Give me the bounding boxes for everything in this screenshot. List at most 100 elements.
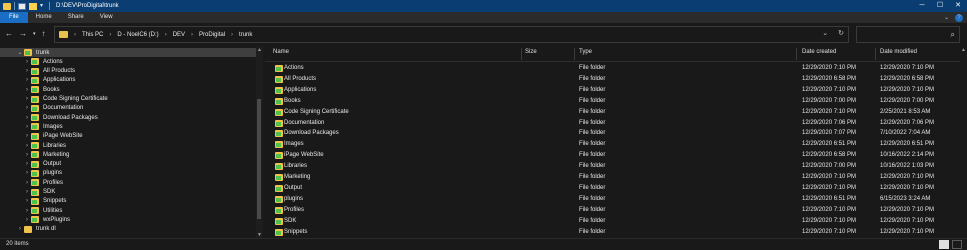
file-row[interactable]: All Products File folder 12/29/2020 6:58 P… (265, 74, 960, 85)
scroll-up-icon[interactable]: ▲ (256, 47, 263, 53)
tab-home[interactable]: Home (28, 12, 60, 23)
recent-locations-icon[interactable]: ▾ (33, 31, 36, 37)
file-row[interactable]: Output File folder 12/29/2020 7:10 PM 12/29… (265, 183, 960, 194)
breadcrumb-prodigital[interactable]: ProDigital (199, 32, 225, 38)
tree-item[interactable]: › All Products (0, 67, 256, 76)
file-row[interactable]: Actions File folder 12/29/2020 7:10 PM 12/2… (265, 63, 960, 74)
column-header-type[interactable]: Type (579, 49, 592, 55)
tree-item[interactable]: › wxPlugins (0, 215, 256, 224)
maximize-button[interactable]: ☐ (931, 0, 949, 12)
breadcrumb-dev[interactable]: DEV (173, 32, 185, 38)
breadcrumb-separator[interactable]: › (109, 32, 111, 38)
file-row[interactable]: Images File folder 12/29/2020 6:51 PM 12/29… (265, 139, 960, 150)
address-bar[interactable]: › This PC › D - NoelC6 (D:) › DEV › ProD… (54, 26, 849, 43)
navigation-pane-scrollbar[interactable]: ▲ ▼ (256, 47, 263, 238)
tree-item[interactable]: › trunk dl (0, 225, 256, 234)
file-row[interactable]: Marketing File folder 12/29/2020 7:10 PM 12… (265, 172, 960, 183)
file-row[interactable]: Download Packages File folder 12/29/2020 7… (265, 128, 960, 139)
chevron-right-icon[interactable]: › (23, 133, 31, 139)
details-view-icon[interactable] (939, 240, 949, 249)
breadcrumb-separator[interactable]: › (165, 32, 167, 38)
chevron-right-icon[interactable]: › (23, 180, 31, 186)
column-header-name[interactable]: Name (273, 49, 289, 55)
chevron-right-icon[interactable]: › (23, 170, 31, 176)
file-row[interactable]: Libraries File folder 12/29/2020 7:00 PM 10… (265, 161, 960, 172)
tree-item[interactable]: › Profiles (0, 178, 256, 187)
tree-item[interactable]: › Books (0, 85, 256, 94)
tree-item[interactable]: › iPage WebSite (0, 132, 256, 141)
tree-item[interactable]: › Code Signing Certificate (0, 95, 256, 104)
chevron-right-icon[interactable]: › (23, 115, 31, 121)
file-row[interactable]: Documentation File folder 12/29/2020 7:06 … (265, 118, 960, 129)
file-row[interactable]: Applications File folder 12/29/2020 7:10 P… (265, 85, 960, 96)
chevron-right-icon[interactable]: › (23, 198, 31, 204)
file-row[interactable]: Snippets File folder 12/29/2020 7:10 PM 12/… (265, 227, 960, 238)
close-button[interactable]: ✕ (949, 0, 967, 12)
search-input[interactable] (861, 29, 941, 40)
tree-item[interactable]: › Utilities (0, 206, 256, 215)
chevron-right-icon[interactable]: › (23, 161, 31, 167)
tree-item[interactable]: › Marketing (0, 150, 256, 159)
file-row[interactable]: plugins File folder 12/29/2020 6:51 PM 6/15… (265, 194, 960, 205)
file-row[interactable]: SDK File folder 12/29/2020 7:10 PM 12/29/20… (265, 216, 960, 227)
search-icon[interactable]: ⌕ (951, 30, 955, 40)
up-arrow-icon[interactable]: ↑ (42, 29, 46, 38)
column-divider[interactable] (521, 48, 522, 60)
chevron-down-icon[interactable]: ⌄ (16, 49, 24, 56)
breadcrumb-separator[interactable]: › (191, 32, 193, 38)
new-folder-icon[interactable] (29, 2, 37, 10)
customize-toolbar-icon[interactable]: ▾ (40, 3, 46, 10)
help-icon[interactable]: ? (955, 13, 963, 22)
tree-item[interactable]: › Output (0, 160, 256, 169)
chevron-right-icon[interactable]: › (23, 96, 31, 102)
tab-view[interactable]: View (92, 12, 121, 23)
chevron-right-icon[interactable]: › (23, 143, 31, 149)
search-box[interactable]: ⌕ (856, 26, 960, 43)
chevron-right-icon[interactable]: › (23, 152, 31, 158)
column-divider[interactable] (875, 48, 876, 60)
tree-item[interactable]: › Download Packages (0, 113, 256, 122)
tree-item[interactable]: › Applications (0, 76, 256, 85)
file-list-scrollbar[interactable]: ▲ (960, 47, 967, 238)
tree-item[interactable]: ⌄ trunk (0, 48, 256, 57)
tree-item[interactable]: › Libraries (0, 141, 256, 150)
column-divider[interactable] (574, 48, 575, 60)
tree-item[interactable]: › Images (0, 122, 256, 131)
chevron-down-icon[interactable]: ⌄ (822, 29, 828, 37)
breadcrumb-separator[interactable]: › (231, 32, 233, 38)
tree-item[interactable]: › plugins (0, 169, 256, 178)
file-row[interactable]: Profiles File folder 12/29/2020 7:10 PM 12/… (265, 205, 960, 216)
minimize-button[interactable]: ─ (913, 0, 931, 12)
chevron-right-icon[interactable]: › (16, 226, 24, 232)
chevron-right-icon[interactable]: › (23, 124, 31, 130)
breadcrumb-this-pc[interactable]: This PC (82, 32, 103, 38)
chevron-right-icon[interactable]: › (23, 208, 31, 214)
scroll-up-icon[interactable]: ▲ (960, 47, 967, 53)
chevron-right-icon[interactable]: › (23, 189, 31, 195)
chevron-right-icon[interactable]: › (23, 105, 31, 111)
breadcrumb-drive[interactable]: D - NoelC6 (D:) (117, 32, 158, 38)
chevron-right-icon[interactable]: › (23, 217, 31, 223)
scrollbar-thumb[interactable] (257, 99, 261, 219)
tree-item[interactable]: › Documentation (0, 104, 256, 113)
tree-item[interactable]: › SDK (0, 188, 256, 197)
chevron-right-icon[interactable]: › (23, 77, 31, 83)
file-row[interactable]: Code Signing Certificate File folder 12/29… (265, 107, 960, 118)
breadcrumb-trunk[interactable]: trunk (239, 32, 252, 38)
column-divider[interactable] (796, 48, 797, 60)
refresh-icon[interactable]: ↻ (838, 29, 844, 37)
column-header-date-created[interactable]: Date created (802, 49, 836, 55)
tree-item[interactable]: › Snippets (0, 197, 256, 206)
tab-file[interactable]: File (0, 12, 28, 23)
large-icons-view-icon[interactable] (952, 240, 962, 249)
forward-arrow-icon[interactable]: → (19, 29, 27, 38)
tab-share[interactable]: Share (60, 12, 92, 23)
chevron-right-icon[interactable]: › (23, 59, 31, 65)
chevron-right-icon[interactable]: › (23, 68, 31, 74)
properties-icon[interactable] (18, 2, 26, 10)
back-arrow-icon[interactable]: ← (5, 29, 13, 38)
file-row[interactable]: iPage WebSite File folder 12/29/2020 6:58 … (265, 150, 960, 161)
column-header-date-modified[interactable]: Date modified (880, 49, 917, 55)
file-row[interactable]: Books File folder 12/29/2020 7:00 PM 12/29/… (265, 96, 960, 107)
expand-ribbon-icon[interactable]: ⌄ (944, 14, 949, 21)
